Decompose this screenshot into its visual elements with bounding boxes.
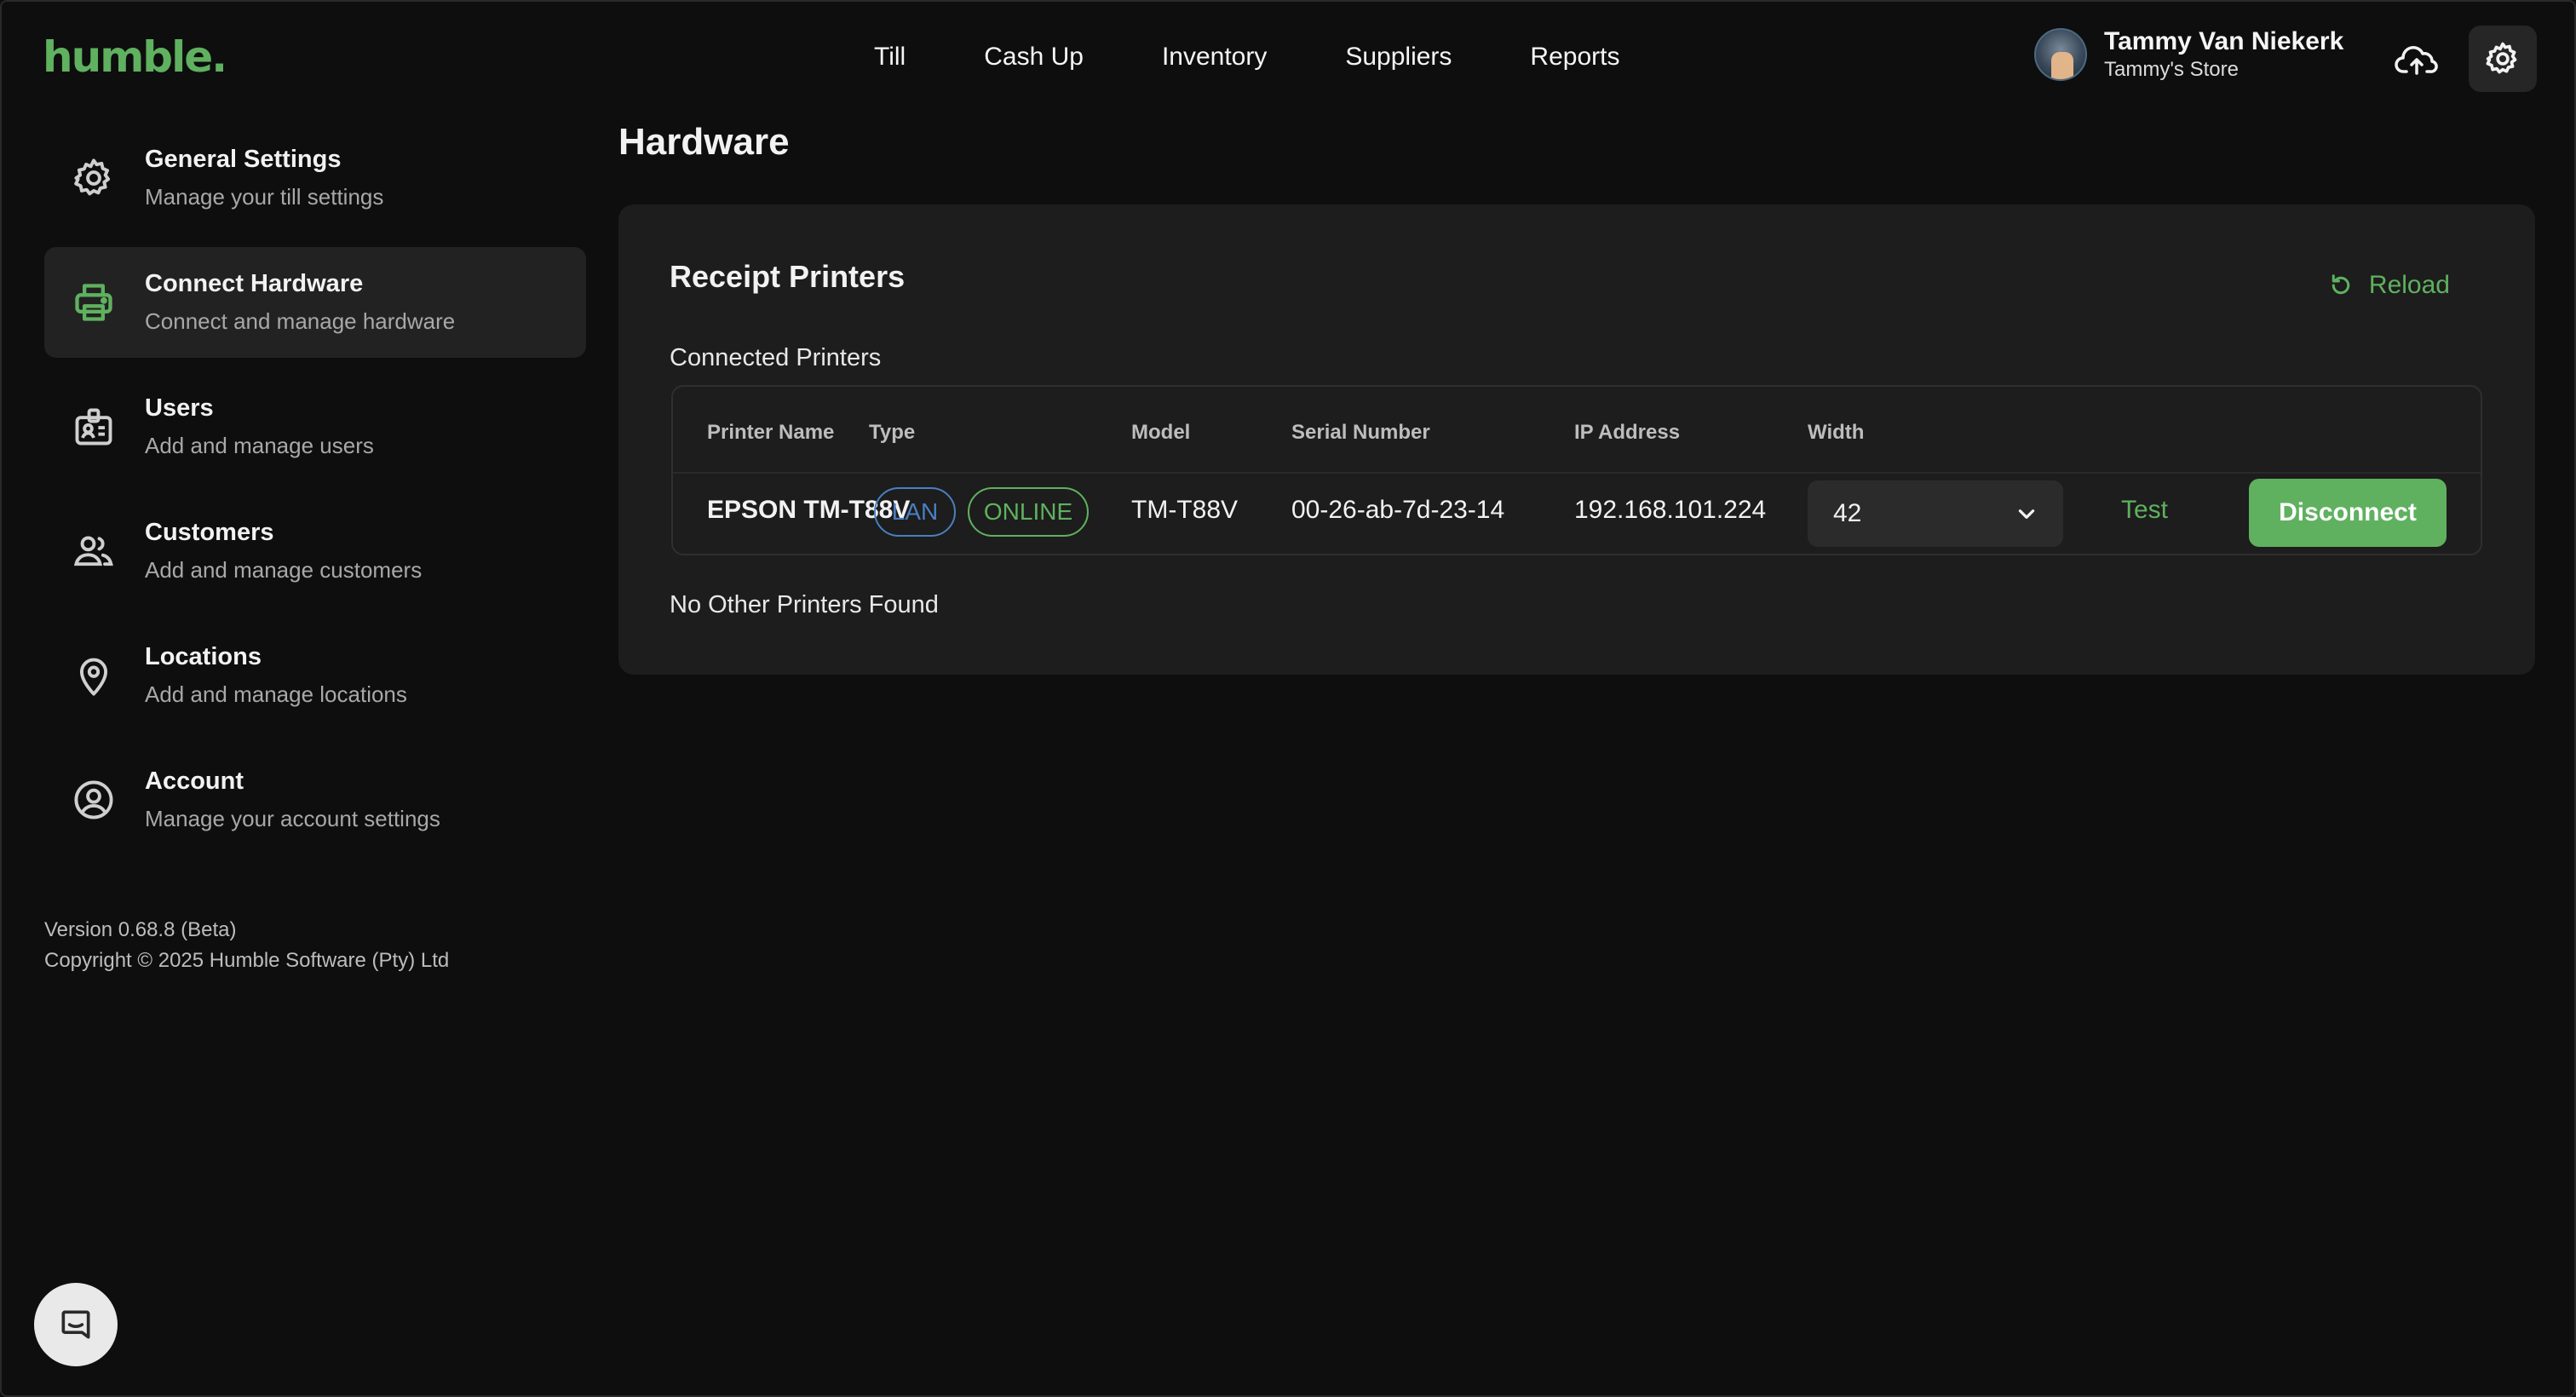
column-header: Printer Name: [707, 421, 835, 444]
sidebar-item-locations[interactable]: Locations Add and manage locations: [44, 620, 586, 731]
printer-icon: [70, 279, 118, 326]
row-divider: [673, 472, 2481, 474]
app-window: humble. Till Cash Up Inventory Suppliers…: [0, 0, 2576, 1397]
column-header: Width: [1808, 421, 1865, 444]
nav-inventory[interactable]: Inventory: [1123, 36, 1306, 78]
chevron-down-icon: [2018, 509, 2035, 519]
people-icon: [70, 527, 118, 575]
reload-button[interactable]: Reload: [1477, 271, 2450, 300]
sidebar-item-customers[interactable]: Customers Add and manage customers: [44, 496, 586, 607]
user-text: Tammy Van Niekerk Tammy's Store: [2104, 27, 2343, 82]
column-header: Model: [1131, 421, 1191, 444]
sidebar-item-subtitle: Manage your account settings: [145, 806, 440, 831]
sidebar-item-title: General Settings: [145, 146, 342, 173]
id-badge-icon: [70, 403, 118, 451]
sidebar-item-subtitle: Add and manage locations: [145, 681, 407, 707]
user-profile[interactable]: Tammy Van Niekerk Tammy's Store: [2034, 27, 2343, 82]
nav-till[interactable]: Till: [854, 36, 945, 78]
chat-icon: [61, 1310, 90, 1339]
sidebar-item-title: Account: [145, 767, 244, 795]
connected-printers-label: Connected Printers: [670, 344, 882, 371]
type-badge: LAN: [874, 487, 956, 537]
sidebar-item-title: Customers: [145, 519, 274, 546]
width-select[interactable]: 42: [1808, 480, 2063, 547]
sidebar-item-title: Users: [145, 394, 214, 422]
sidebar-item-subtitle: Add and manage customers: [145, 557, 423, 583]
top-navigation: Till Cash Up Inventory Suppliers Reports: [854, 36, 1659, 78]
user-store: Tammy's Store: [2104, 58, 2239, 81]
serial-number: 00-26-ab-7d-23-14: [1291, 496, 1505, 524]
nav-suppliers[interactable]: Suppliers: [1306, 36, 1491, 78]
disconnect-button[interactable]: Disconnect: [2249, 479, 2447, 547]
card-title: Receipt Printers: [670, 259, 906, 294]
chat-button[interactable]: [34, 1283, 118, 1366]
gear-icon: [2486, 42, 2517, 74]
no-other-printers-text: No Other Printers Found: [670, 591, 939, 618]
page-title: Hardware: [618, 121, 790, 163]
nav-cash-up[interactable]: Cash Up: [945, 36, 1123, 78]
column-header: Type: [869, 421, 916, 444]
location-pin-icon: [70, 652, 118, 699]
sidebar-item-general-settings[interactable]: General Settings Manage your till settin…: [44, 123, 586, 233]
account-circle-icon: [70, 776, 118, 824]
humble-logo[interactable]: humble.: [43, 32, 227, 82]
copyright-text: Copyright © 2025 Humble Software (Pty) L…: [44, 949, 450, 972]
cloud-upload-icon: [2395, 46, 2438, 75]
ip-address: 192.168.101.224: [1574, 496, 1767, 524]
status-badge: ONLINE: [968, 487, 1089, 537]
sidebar-item-users[interactable]: Users Add and manage users: [44, 371, 586, 482]
user-name: Tammy Van Niekerk: [2104, 27, 2344, 55]
receipt-printers-card: Receipt Printers Reload Connected Printe…: [618, 204, 2535, 675]
avatar: [2034, 28, 2087, 81]
reload-label: Reload: [2368, 271, 2450, 299]
settings-sidebar: General Settings Manage your till settin…: [44, 123, 586, 869]
sidebar-item-subtitle: Connect and manage hardware: [145, 308, 456, 334]
sidebar-item-connect-hardware[interactable]: Connect Hardware Connect and manage hard…: [44, 247, 586, 358]
reload-icon: [2332, 274, 2350, 295]
sidebar-item-subtitle: Add and manage users: [145, 433, 374, 458]
column-header: IP Address: [1574, 421, 1681, 444]
width-value: 42: [1833, 499, 1862, 527]
sidebar-item-title: Connect Hardware: [145, 270, 364, 297]
settings-button[interactable]: [2469, 26, 2537, 92]
sidebar-item-subtitle: Manage your till settings: [145, 184, 384, 210]
version-info: Version 0.68.8 (Beta) Copyright © 2025 H…: [44, 915, 449, 976]
test-button[interactable]: Test: [2121, 496, 2168, 525]
sidebar-item-title: Locations: [145, 643, 262, 670]
sidebar-item-account[interactable]: Account Manage your account settings: [44, 744, 586, 855]
cloud-upload-button[interactable]: [2387, 32, 2447, 87]
version-text: Version 0.68.8 (Beta): [44, 918, 237, 941]
nav-reports[interactable]: Reports: [1491, 36, 1659, 78]
printers-table: Printer Name Type Model Serial Number IP…: [671, 385, 2482, 555]
gear-icon: [70, 154, 118, 202]
printer-model: TM-T88V: [1131, 496, 1239, 524]
column-header: Serial Number: [1291, 421, 1430, 444]
